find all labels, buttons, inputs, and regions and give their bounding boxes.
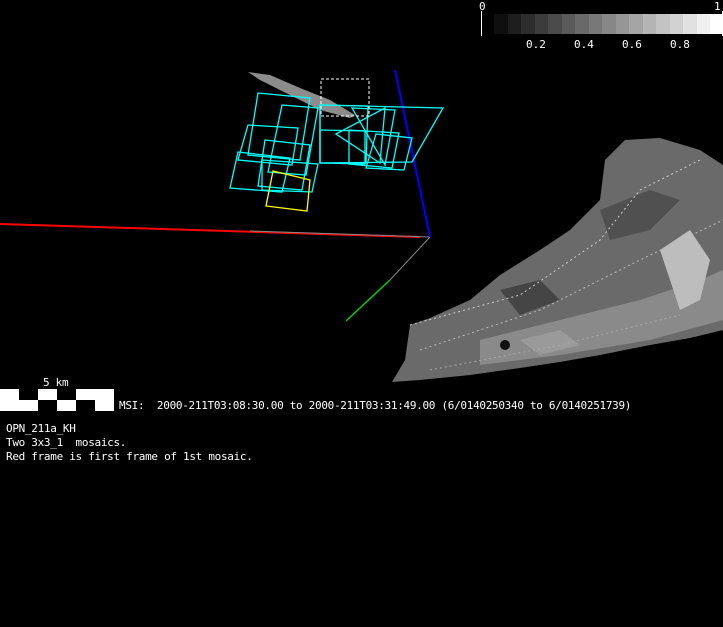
colorbar-tick: 0.6: [622, 38, 642, 51]
colorbar-cell: [575, 14, 589, 34]
colorbar-cell: [696, 14, 710, 34]
colorbar-cell: [710, 14, 723, 34]
colorbar-cell: [521, 14, 535, 34]
colorbar-cell: [534, 14, 548, 34]
colorbar-cell: [615, 14, 629, 34]
3d-viewport[interactable]: [0, 0, 723, 627]
colorbar-tick: 0.4: [574, 38, 594, 51]
colorbar-gradient: [494, 14, 723, 34]
colorbar-tick: 0.2: [526, 38, 546, 51]
y-axis: [345, 279, 391, 322]
scale-bar-label: 5 km: [43, 376, 69, 389]
asteroid-terrain-mesh: [392, 138, 723, 382]
colorbar-cell: [602, 14, 616, 34]
frame-note: Red frame is first frame of 1st mosaic.: [6, 450, 253, 463]
colorbar-cell: [683, 14, 697, 34]
colorbar-cell: [588, 14, 602, 34]
mosaic-description: Two 3x3_1 mosaics.: [6, 436, 127, 449]
colorbar-cell: [669, 14, 683, 34]
colorbar-max-label: 1: [714, 0, 721, 13]
colorbar-cell: [642, 14, 656, 34]
colorbar-cell: [507, 14, 521, 34]
colorbar-cell: [548, 14, 562, 34]
colorbar-cell: [629, 14, 643, 34]
colorbar-cell: [494, 14, 508, 34]
z-axis: [394, 69, 431, 238]
colorbar-cell: [561, 14, 575, 34]
colorbar-tick: 0.8: [670, 38, 690, 51]
colorbar-min-label: 0: [479, 0, 486, 13]
msi-time-range: MSI: 2000-211T03:08:30.00 to 2000-211T03…: [119, 399, 632, 412]
observation-name: OPN_211a_KH: [6, 422, 76, 435]
colorbar-cell: [656, 14, 670, 34]
